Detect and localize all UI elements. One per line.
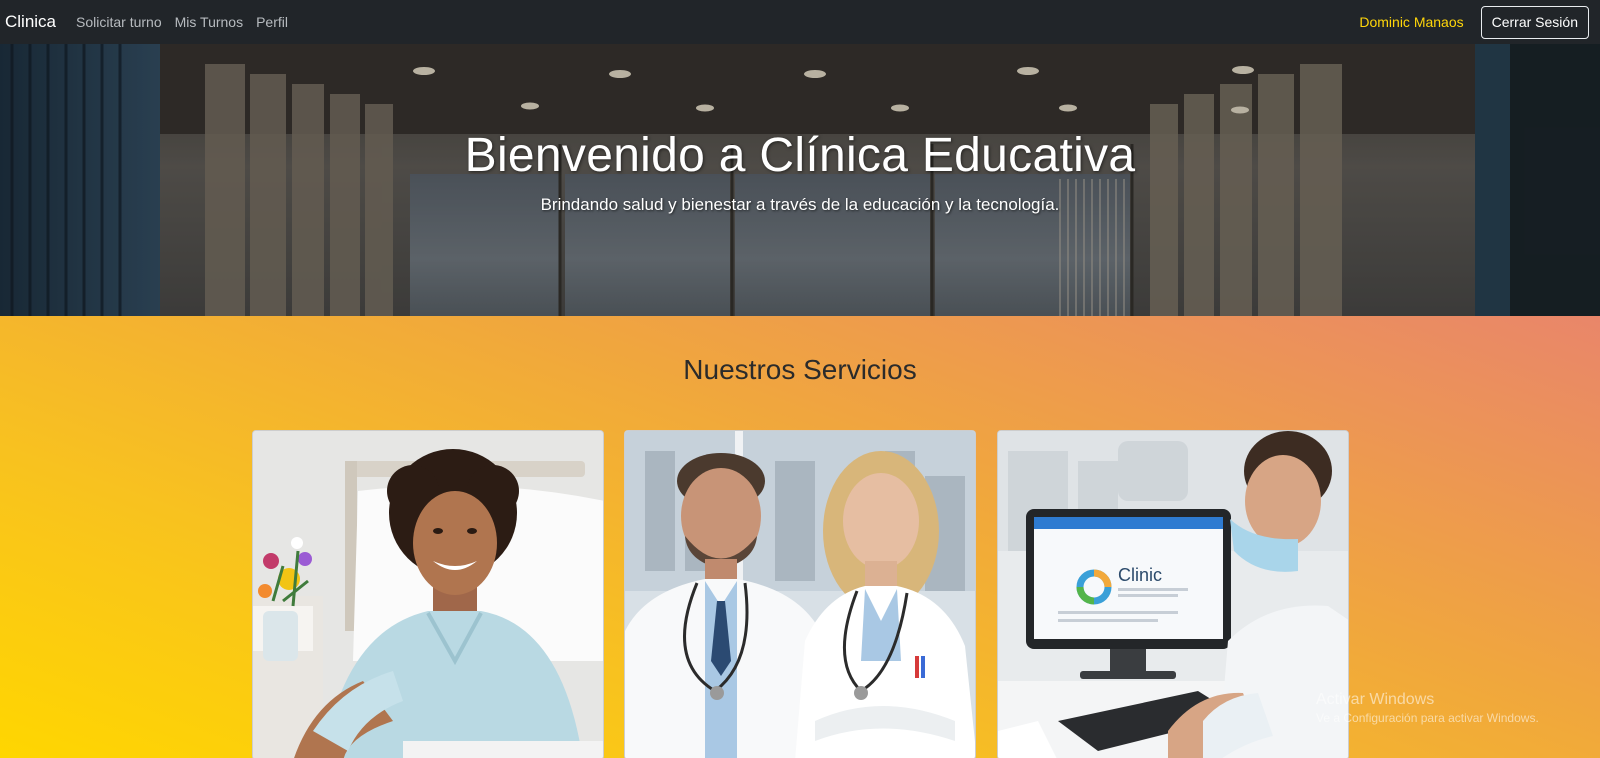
top-navbar: Clinica Solicitar turno Mis Turnos Perfi… (0, 0, 1600, 44)
services-title: Nuestros Servicios (683, 354, 917, 385)
user-name: Dominic Manaos (1359, 14, 1464, 30)
navbar-user-area: Dominic Manaos Cerrar Sesión (1359, 5, 1595, 39)
watermark-subtitle: Ve a Configuración para activar Windows. (1316, 711, 1539, 725)
service-card-patient[interactable] (252, 430, 604, 758)
hero-subtitle: Brindando salud y bienestar a través de … (540, 195, 1060, 214)
service-card-technology[interactable]: Clinic (997, 430, 1349, 758)
navbar-brand[interactable]: Clinica (5, 12, 56, 32)
doctor-computer-photo: Clinic (998, 431, 1348, 758)
doctors-photo (625, 431, 975, 758)
nav-link-solicitar-turno[interactable]: Solicitar turno (76, 14, 162, 30)
service-card-doctors[interactable] (624, 430, 976, 758)
hero-title: Bienvenido a Clínica Educativa (464, 129, 1136, 182)
nav-link-mis-turnos[interactable]: Mis Turnos (175, 14, 243, 30)
hero-banner: Bienvenido a Clínica Educativa Brindando… (0, 44, 1600, 316)
windows-activation-watermark: Activar Windows Ve a Configuración para … (1316, 690, 1539, 728)
logout-button[interactable]: Cerrar Sesión (1480, 5, 1589, 39)
watermark-title: Activar Windows (1316, 691, 1435, 708)
monitor-clinic-text: Clinic (1118, 565, 1162, 585)
nav-link-perfil[interactable]: Perfil (256, 14, 288, 30)
patient-photo (253, 431, 603, 758)
